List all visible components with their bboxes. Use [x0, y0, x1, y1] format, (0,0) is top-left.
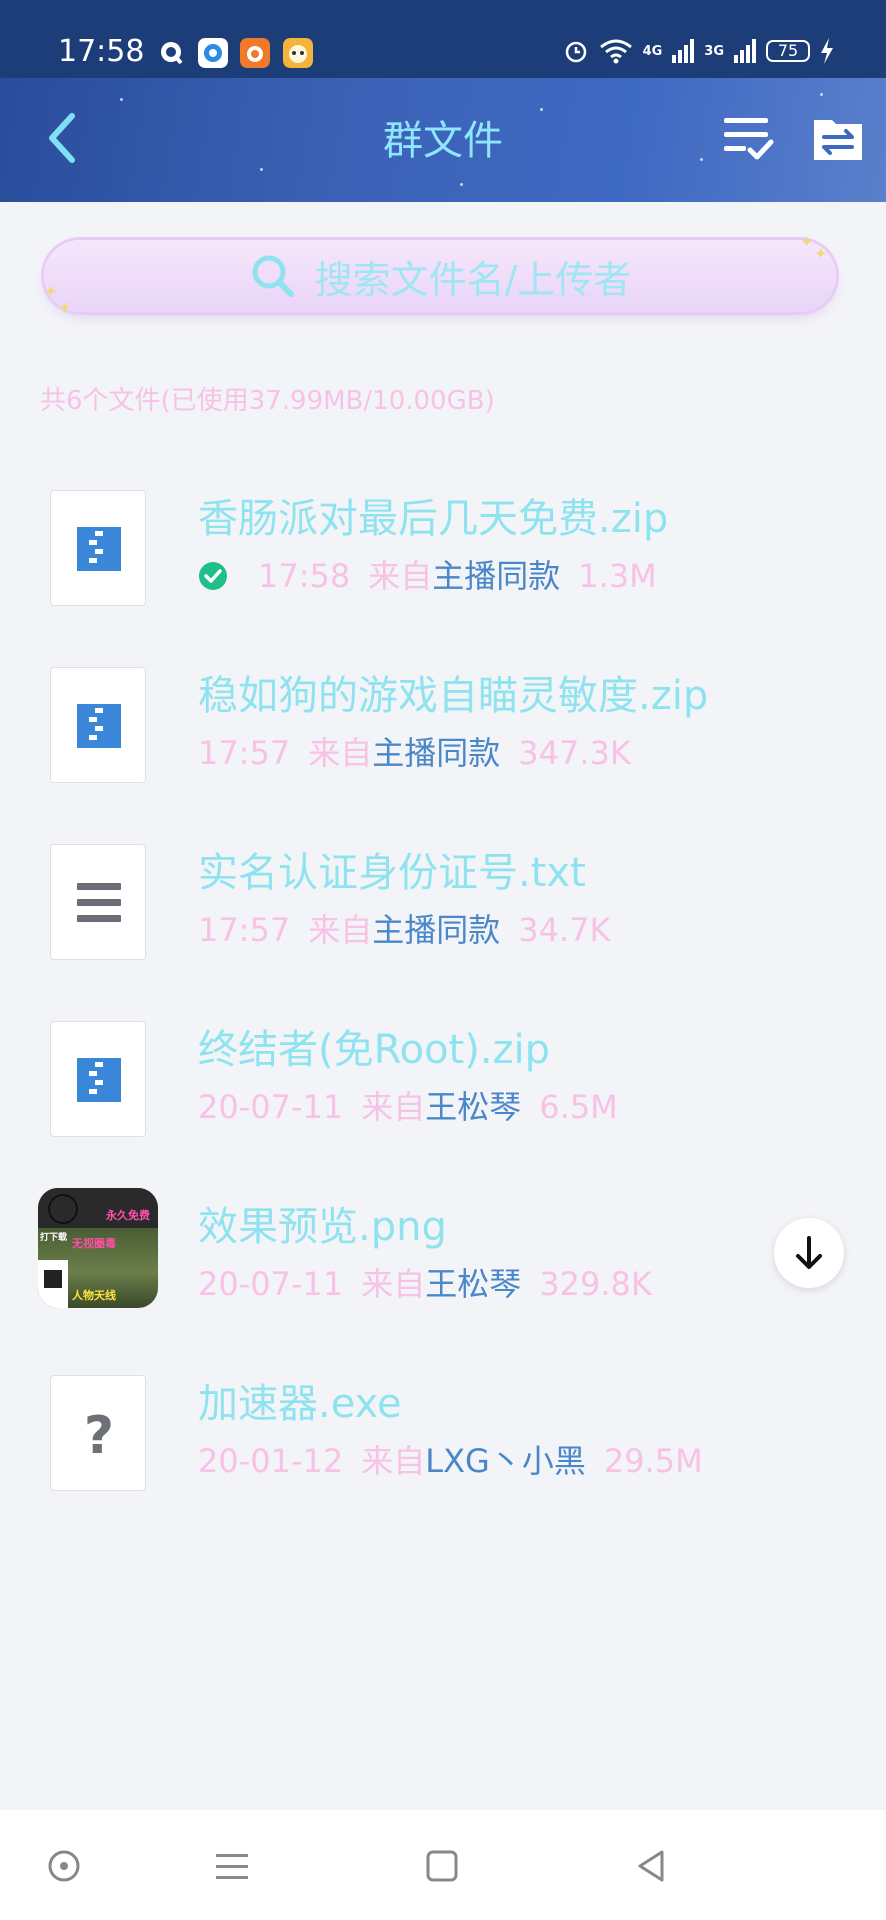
thumbnail-text: 打下载 — [40, 1233, 68, 1243]
file-row[interactable]: 永久免费 无视圈毒 人物天线 打下载 效果预览.png 20-07-11 来自王松… — [0, 1188, 886, 1365]
status-time: 17:58 — [58, 34, 145, 69]
storage-summary: 共6个文件(已使用37.99MB/10.00GB) — [40, 386, 495, 416]
header-bar: 群文件 — [0, 78, 886, 202]
square-icon — [426, 1850, 458, 1882]
file-time: 17:58 — [258, 557, 351, 595]
thumbnail-text: 永久免费 — [106, 1209, 150, 1222]
image-thumbnail[interactable]: 永久免费 无视圈毒 人物天线 打下载 — [38, 1188, 158, 1308]
file-name: 香肠派对最后几天免费.zip — [198, 496, 669, 542]
sparkle-decoration: ✦ — [800, 232, 814, 251]
file-time: 20-07-11 — [198, 1265, 344, 1303]
game-app-icon — [283, 38, 313, 68]
file-name: 稳如狗的游戏自瞄灵敏度.zip — [198, 673, 709, 719]
qq-app-icon — [156, 38, 186, 68]
file-meta: 20-07-11 来自王松琴 329.8K — [198, 1264, 652, 1304]
signal-icon — [734, 39, 756, 63]
back-nav-button[interactable] — [630, 1844, 674, 1888]
file-meta: 17:57 来自主播同款 347.3K — [198, 733, 631, 773]
arrow-down-icon — [796, 1236, 822, 1269]
status-indicators: 4G 3G 75 — [563, 38, 834, 64]
search-input[interactable]: 搜索文件名/上传者 — [44, 240, 836, 312]
file-name: 终结者(免Root).zip — [198, 1027, 551, 1073]
file-transfer-button[interactable] — [806, 106, 870, 170]
unknown-file-icon: ? — [50, 1375, 146, 1491]
search-icon — [252, 255, 294, 297]
file-uploader[interactable]: 主播同款 — [372, 734, 500, 772]
text-file-icon — [50, 844, 146, 960]
file-row[interactable]: 稳如狗的游戏自瞄灵敏度.zip 17:57 来自主播同款 347.3K — [0, 657, 886, 834]
status-bar: 17:58 4G 3G 75 — [0, 0, 886, 78]
charging-icon — [821, 38, 833, 64]
file-uploader[interactable]: 王松琴 — [425, 1088, 521, 1126]
file-row[interactable]: ? 加速器.exe 20-01-12 来自LXG丶小黑 29.5M — [0, 1365, 886, 1542]
download-button[interactable] — [774, 1218, 844, 1288]
search-placeholder: 搜索文件名/上传者 — [314, 257, 632, 302]
file-meta: 17:57 来自主播同款 34.7K — [198, 910, 610, 950]
file-uploader[interactable]: 王松琴 — [425, 1265, 521, 1303]
file-meta: 20-01-12 来自LXG丶小黑 29.5M — [198, 1441, 703, 1481]
from-label: 来自 — [308, 911, 373, 949]
network-type-1: 4G — [642, 43, 663, 59]
file-size: 34.7K — [518, 911, 611, 949]
file-size: 347.3K — [518, 734, 631, 772]
menu-button[interactable] — [210, 1844, 254, 1888]
file-name: 加速器.exe — [198, 1381, 402, 1427]
folder-transfer-icon — [814, 120, 862, 160]
file-list: 香肠派对最后几天免费.zip 17:58 来自主播同款 1.3M 稳如狗的游戏自瞄灵… — [0, 480, 886, 1542]
uc-browser-app-icon — [240, 38, 270, 68]
file-row[interactable]: 实名认证身份证号.txt 17:57 来自主播同款 34.7K — [0, 834, 886, 1011]
from-label: 来自 — [361, 1442, 426, 1480]
file-uploader[interactable]: 主播同款 — [432, 557, 560, 595]
file-uploader[interactable]: 主播同款 — [372, 911, 500, 949]
file-name: 效果预览.png — [198, 1204, 447, 1250]
network-type-2: 3G — [704, 43, 724, 59]
from-label: 来自 — [361, 1088, 426, 1126]
file-size: 29.5M — [603, 1442, 703, 1480]
sparkle-decoration: ✦ — [44, 282, 58, 301]
battery-level: 75 — [766, 40, 810, 62]
file-row[interactable]: 终结者(免Root).zip 20-07-11 来自王松琴 6.5M — [0, 1011, 886, 1188]
from-label: 来自 — [361, 1265, 426, 1303]
thumbnail-text: 无视圈毒 — [72, 1237, 116, 1250]
file-time: 20-01-12 — [198, 1442, 344, 1480]
file-size: 1.3M — [578, 557, 657, 595]
menu-icon — [216, 1854, 248, 1879]
file-time: 20-07-11 — [198, 1088, 344, 1126]
zip-file-icon — [50, 667, 146, 783]
multi-select-button[interactable] — [716, 106, 780, 170]
zip-file-icon — [50, 1021, 146, 1137]
file-uploader[interactable]: LXG丶小黑 — [425, 1442, 586, 1480]
file-name: 实名认证身份证号.txt — [198, 850, 586, 896]
file-size: 6.5M — [539, 1088, 618, 1126]
home-button[interactable] — [420, 1844, 464, 1888]
file-meta: 20-07-11 来自王松琴 6.5M — [198, 1087, 618, 1127]
browser-app-icon — [198, 38, 228, 68]
file-size: 329.8K — [539, 1265, 652, 1303]
thumbnail-text: 人物天线 — [72, 1289, 116, 1302]
file-time: 17:57 — [198, 911, 291, 949]
from-label: 来自 — [308, 734, 373, 772]
file-meta: 17:58 来自主播同款 1.3M — [198, 556, 657, 596]
file-row[interactable]: 香肠派对最后几天免费.zip 17:58 来自主播同款 1.3M — [0, 480, 886, 657]
zip-file-icon — [50, 490, 146, 606]
sparkle-decoration: ✦ — [814, 244, 828, 263]
signal-icon — [672, 39, 695, 63]
from-label: 来自 — [368, 557, 433, 595]
assistant-button[interactable] — [42, 1844, 86, 1888]
checklist-icon — [724, 118, 774, 160]
file-time: 17:57 — [198, 734, 291, 772]
system-nav-bar — [0, 1810, 886, 1920]
triangle-back-icon — [638, 1850, 664, 1882]
downloaded-check-icon — [199, 562, 227, 590]
wifi-icon — [599, 39, 632, 64]
circle-dot-icon — [48, 1850, 80, 1882]
sparkle-decoration: ✦ — [58, 298, 72, 317]
alarm-icon — [565, 41, 586, 63]
